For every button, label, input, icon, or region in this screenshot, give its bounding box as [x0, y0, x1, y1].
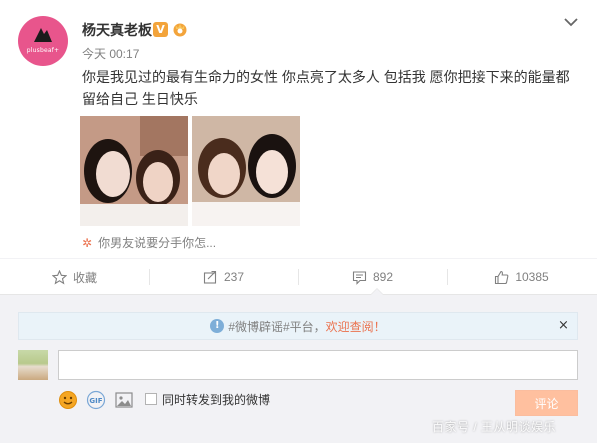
- current-user-avatar[interactable]: [18, 350, 48, 380]
- comment-input[interactable]: [58, 350, 578, 380]
- repost-checkbox-label[interactable]: 同时转发到我的微博: [162, 391, 270, 408]
- post-image-2[interactable]: [192, 116, 300, 226]
- post-time[interactable]: 今天 00:17: [82, 45, 139, 62]
- topic-star-icon: ✲: [82, 236, 93, 250]
- vip-badge-icon[interactable]: [172, 21, 188, 37]
- image-icon[interactable]: [114, 390, 134, 410]
- weibo-post: plusbeaf+ 杨天真老板 V 今天 00:17 你是我见过的最有生命力的女…: [0, 0, 597, 258]
- comment-caret-inner: [371, 289, 383, 295]
- divider: [0, 258, 597, 259]
- watermark: 百家号 / 王从明谈娱乐: [432, 420, 557, 434]
- emoji-icon[interactable]: [58, 390, 78, 410]
- svg-text:GIF: GIF: [89, 397, 102, 405]
- avatar-brand-text: plusbeaf+: [26, 47, 60, 54]
- favorite-button[interactable]: 收藏: [0, 260, 149, 294]
- comment-count: 892: [372, 270, 394, 284]
- like-count: 10385: [515, 270, 549, 284]
- favorite-label: 收藏: [72, 270, 97, 285]
- username[interactable]: 杨天真老板: [82, 20, 152, 40]
- info-icon: !: [210, 319, 225, 333]
- notice-tag[interactable]: #微博辟谣#平台，: [228, 318, 325, 335]
- brand-logo-icon: [34, 28, 52, 42]
- like-button[interactable]: 10385: [447, 260, 596, 294]
- star-icon: [51, 269, 67, 284]
- repost-icon: [203, 270, 217, 284]
- chevron-down-icon[interactable]: [563, 16, 579, 28]
- repost-count: 237: [223, 270, 245, 284]
- photo-illustration: [192, 116, 300, 226]
- post-image-1[interactable]: [80, 116, 188, 226]
- action-bar: 收藏 237 892 10385: [0, 260, 597, 294]
- user-avatar[interactable]: plusbeaf+: [18, 16, 68, 66]
- photo-illustration: [80, 116, 188, 226]
- post-content: 你是我见过的最有生命力的女性 你点亮了太多人 包括我 愿你把接下来的能量都留给自…: [82, 69, 570, 107]
- repost-checkbox[interactable]: [145, 393, 157, 405]
- thumbs-up-icon: [495, 270, 509, 284]
- repost-button[interactable]: 237: [149, 260, 298, 294]
- notice-link[interactable]: 欢迎查阅！: [326, 318, 386, 335]
- topic-link[interactable]: ✲ 你男友说要分手你怎...: [82, 234, 216, 251]
- verified-badge[interactable]: V: [153, 22, 168, 37]
- notice-close-button[interactable]: ×: [558, 318, 569, 333]
- notice-bar: ! #微博辟谣#平台， 欢迎查阅！: [18, 312, 578, 340]
- gif-icon[interactable]: GIF: [86, 390, 106, 410]
- submit-comment-button[interactable]: 评论: [515, 390, 578, 416]
- comment-icon: [352, 270, 367, 285]
